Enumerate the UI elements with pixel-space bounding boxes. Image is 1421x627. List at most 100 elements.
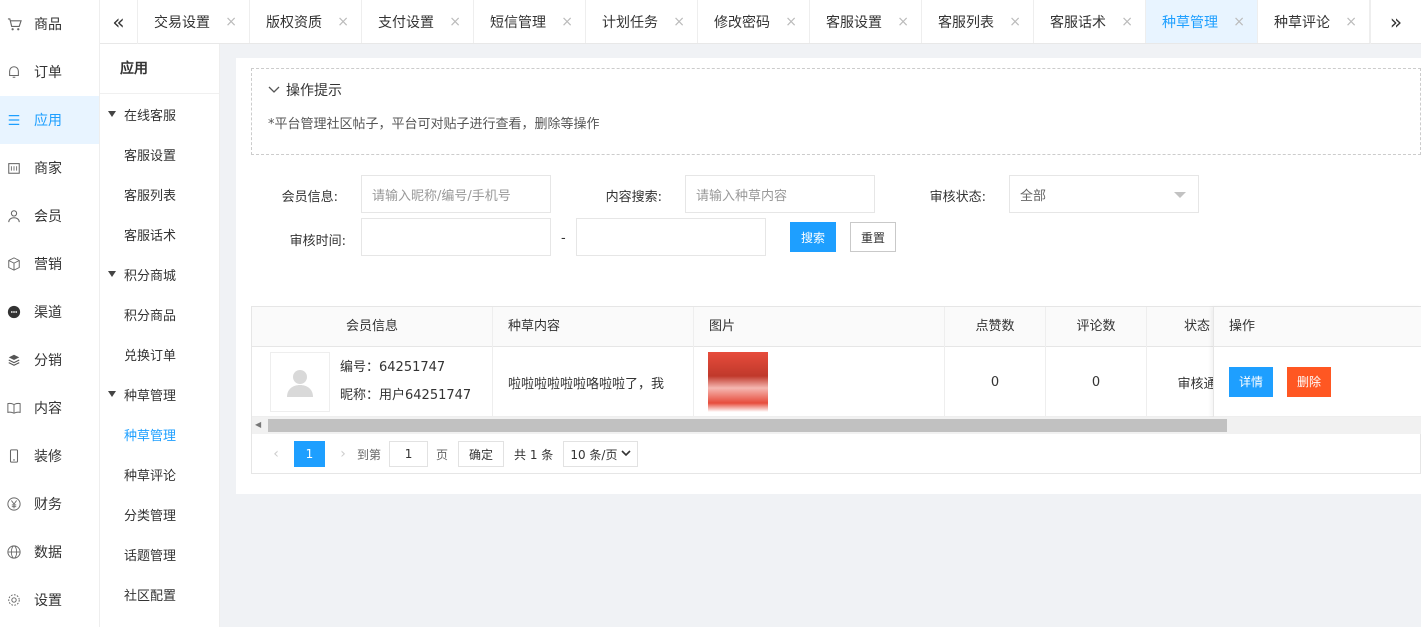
column-header: 操作 — [1214, 307, 1421, 347]
avatar — [270, 352, 330, 412]
sub-nav-item-cs-scripts[interactable]: 客服话术 — [100, 214, 219, 254]
nav-item-channels[interactable]: 渠道 — [0, 288, 99, 336]
caret-down-icon — [108, 111, 116, 117]
close-icon[interactable]: × — [1009, 14, 1021, 30]
nav-item-merchants[interactable]: 商家 — [0, 144, 99, 192]
post-image-thumbnail[interactable] — [708, 352, 768, 412]
sub-nav-item-category[interactable]: 分类管理 — [100, 494, 219, 534]
detail-button[interactable]: 详情 — [1229, 366, 1274, 397]
box-icon — [6, 256, 22, 272]
layers-icon — [6, 352, 22, 368]
content-cell: 啦啦啦啦啦啦咯啦啦了，我 — [493, 347, 694, 417]
nav-item-content[interactable]: 内容 — [0, 384, 99, 432]
sub-nav-item-seeding-comments[interactable]: 种草评论 — [100, 454, 219, 494]
audit-time-start-input[interactable] — [361, 218, 551, 256]
tips-text: *平台管理社区帖子，平台可对贴子进行查看，删除等操作 — [268, 117, 600, 132]
bell-icon — [6, 64, 22, 80]
nav-item-label: 财务 — [34, 497, 62, 513]
nav-item-label: 装修 — [34, 449, 62, 465]
tab-label: 客服列表 — [938, 15, 994, 31]
user-icon — [6, 208, 22, 224]
sub-nav: 应用 在线客服 客服设置 客服列表 客服话术 积分商城 积分商品 兑换订单 种草… — [100, 44, 220, 627]
scrollbar-thumb[interactable] — [268, 419, 1227, 432]
tab-cs-settings[interactable]: 客服设置 × — [810, 0, 922, 43]
nav-item-orders[interactable]: 订单 — [0, 48, 99, 96]
nav-item-label: 设置 — [34, 593, 62, 609]
tab-sms[interactable]: 短信管理 × — [474, 0, 586, 43]
close-icon[interactable]: × — [673, 14, 685, 30]
tab-payment-settings[interactable]: 支付设置 × — [362, 0, 474, 43]
page-unit-label: 页 — [436, 447, 449, 462]
sub-nav-group-seeding[interactable]: 种草管理 — [100, 374, 219, 414]
close-icon[interactable]: × — [449, 14, 461, 30]
member-text: 编号：64251747 昵称：用户64251747 — [340, 354, 471, 410]
close-icon[interactable]: × — [225, 14, 237, 30]
chevron-down-icon — [621, 447, 632, 461]
tab-label: 版权资质 — [266, 15, 322, 31]
user-avatar-icon — [287, 370, 313, 397]
sub-nav-group-points-mall[interactable]: 积分商城 — [100, 254, 219, 294]
next-page-icon[interactable]: › — [329, 446, 357, 462]
tab-seeding-management[interactable]: 种草管理 × — [1146, 0, 1258, 43]
tabs-scroll-right-button[interactable]: » — [1370, 0, 1421, 44]
page-size-select[interactable]: 10 条/页 — [563, 441, 639, 467]
close-icon[interactable]: × — [1345, 14, 1357, 30]
tab-cs-list[interactable]: 客服列表 × — [922, 0, 1034, 43]
close-icon[interactable]: × — [1121, 14, 1133, 30]
close-icon[interactable]: × — [561, 14, 573, 30]
nav-item-marketing[interactable]: 营销 — [0, 240, 99, 288]
sub-nav-item-seeding-management[interactable]: 种草管理 — [100, 414, 219, 454]
tab-copyright[interactable]: 版权资质 × — [250, 0, 362, 43]
nav-item-data[interactable]: 数据 — [0, 528, 99, 576]
sub-nav-group-label: 在线客服 — [124, 108, 177, 124]
tab-label: 修改密码 — [714, 15, 770, 31]
content-search-input[interactable]: 请输入种草内容 — [685, 175, 875, 213]
nav-item-label: 分销 — [34, 353, 62, 369]
goto-page-input[interactable]: 1 — [389, 441, 429, 467]
close-icon[interactable]: × — [1233, 14, 1245, 30]
tab-seeding-comments[interactable]: 种草评论 × — [1258, 0, 1370, 43]
nav-item-label: 数据 — [34, 545, 62, 561]
sub-nav-item-cs-settings[interactable]: 客服设置 — [100, 134, 219, 174]
tips-title: 操作提示 — [286, 83, 342, 99]
nav-item-finance[interactable]: 财务 — [0, 480, 99, 528]
scroll-left-arrow-icon[interactable]: ◀ — [255, 420, 261, 429]
nav-item-settings[interactable]: 设置 — [0, 576, 99, 624]
audit-time-end-input[interactable] — [576, 218, 766, 256]
tab-change-password[interactable]: 修改密码 × — [698, 0, 810, 43]
reset-button[interactable]: 重置 — [850, 222, 896, 252]
member-nickname: 昵称：用户64251747 — [340, 388, 472, 403]
close-icon[interactable]: × — [897, 14, 909, 30]
tab-trade-settings[interactable]: 交易设置 × — [138, 0, 250, 43]
tabs-scroll-left-button[interactable]: « — [100, 0, 138, 44]
tips-toggle[interactable]: 操作提示 — [252, 69, 1420, 111]
close-icon[interactable]: × — [337, 14, 349, 30]
sub-nav-item-exchange-orders[interactable]: 兑换订单 — [100, 334, 219, 374]
prev-page-icon[interactable]: ‹ — [262, 446, 290, 462]
nav-item-goods[interactable]: 商品 — [0, 0, 99, 48]
current-page[interactable]: 1 — [294, 441, 325, 467]
tab-scheduled-tasks[interactable]: 计划任务 × — [586, 0, 698, 43]
sub-nav-item-cs-list[interactable]: 客服列表 — [100, 174, 219, 214]
search-button[interactable]: 搜索 — [790, 222, 836, 252]
nav-item-decoration[interactable]: 装修 — [0, 432, 99, 480]
sub-nav-item-points-goods[interactable]: 积分商品 — [100, 294, 219, 334]
nav-item-label: 商品 — [34, 17, 62, 33]
sub-nav-group-online-cs[interactable]: 在线客服 — [100, 94, 219, 134]
member-info-input[interactable]: 请输入昵称/编号/手机号 — [361, 175, 551, 213]
nav-item-members[interactable]: 会员 — [0, 192, 99, 240]
nav-item-distribution[interactable]: 分销 — [0, 336, 99, 384]
goto-confirm-button[interactable]: 确定 — [458, 441, 505, 467]
horizontal-scrollbar[interactable]: ◀ — [252, 417, 1421, 434]
column-header: 会员信息 — [252, 307, 493, 347]
cart-icon — [6, 16, 22, 32]
nav-item-apps[interactable]: 应用 — [0, 96, 99, 144]
delete-button[interactable]: 删除 — [1287, 366, 1332, 397]
tab-cs-scripts[interactable]: 客服话术 × — [1034, 0, 1146, 43]
sub-nav-item-topics[interactable]: 话题管理 — [100, 534, 219, 574]
close-icon[interactable]: × — [785, 14, 797, 30]
sub-nav-item-community-config[interactable]: 社区配置 — [100, 574, 219, 614]
globe-icon — [6, 544, 22, 560]
audit-status-select[interactable]: 全部 — [1009, 175, 1199, 213]
operations-cell: 详情 删除 — [1214, 347, 1421, 417]
